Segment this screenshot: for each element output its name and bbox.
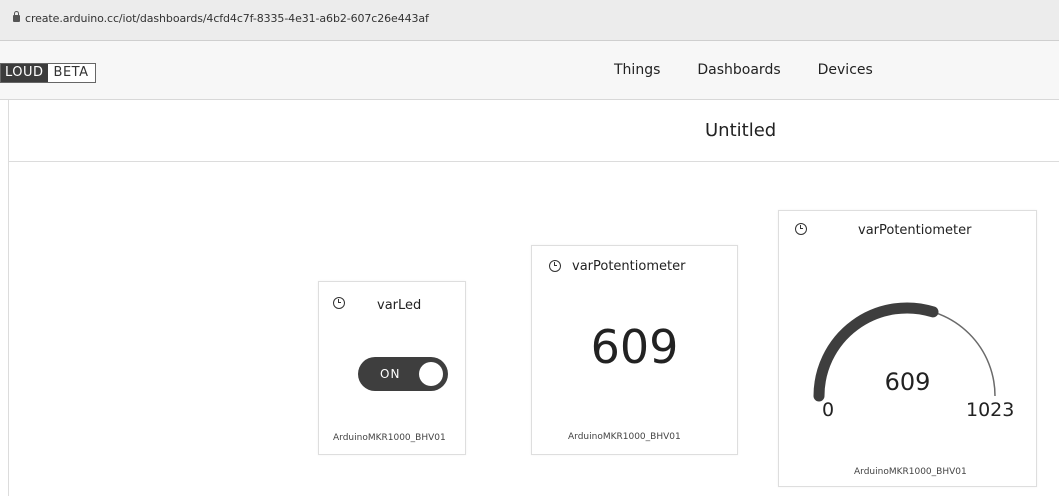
widget-variable-name: varPotentiometer bbox=[572, 259, 686, 274]
widget-device-name: ArduinoMKR1000_BHV01 bbox=[333, 433, 446, 443]
widget-device-name: ArduinoMKR1000_BHV01 bbox=[568, 432, 681, 442]
history-icon[interactable] bbox=[549, 260, 561, 272]
history-icon[interactable] bbox=[333, 297, 345, 309]
gauge-min-label: 0 bbox=[822, 399, 835, 421]
nav-devices[interactable]: Devices bbox=[818, 62, 873, 78]
widget-switch-card[interactable]: varLed ON ArduinoMKR1000_BHV01 bbox=[318, 281, 466, 455]
brand-name: LOUD bbox=[1, 64, 48, 82]
led-toggle-switch[interactable]: ON bbox=[358, 357, 448, 391]
widget-value-card[interactable]: varPotentiometer 609 ArduinoMKR1000_BHV0… bbox=[531, 245, 738, 455]
lock-icon bbox=[13, 11, 20, 22]
widget-gauge-card[interactable]: varPotentiometer 609 0 1023 ArduinoMKR10… bbox=[778, 210, 1037, 487]
brand-logo[interactable]: LOUD BETA bbox=[0, 63, 96, 83]
nav-dashboards[interactable]: Dashboards bbox=[697, 62, 780, 78]
beta-badge: BETA bbox=[47, 64, 95, 82]
dashboard-title-bar: Untitled bbox=[8, 100, 1059, 162]
toggle-state-label: ON bbox=[380, 367, 401, 381]
widget-value-display: 609 bbox=[590, 320, 679, 374]
url-text[interactable]: create.arduino.cc/iot/dashboards/4cfd4c7… bbox=[25, 12, 429, 25]
top-navigation: LOUD BETA Things Dashboards Devices bbox=[0, 41, 1059, 100]
browser-address-bar[interactable]: create.arduino.cc/iot/dashboards/4cfd4c7… bbox=[0, 0, 1059, 41]
widget-device-name: ArduinoMKR1000_BHV01 bbox=[854, 467, 967, 477]
gauge-value: 609 bbox=[884, 368, 931, 396]
toggle-knob bbox=[419, 362, 443, 386]
nav-links: Things Dashboards Devices bbox=[614, 62, 910, 78]
dashboard-title[interactable]: Untitled bbox=[705, 120, 776, 141]
nav-things[interactable]: Things bbox=[614, 62, 660, 78]
gauge-max-label: 1023 bbox=[966, 399, 1015, 421]
widget-variable-name: varLed bbox=[377, 298, 422, 313]
